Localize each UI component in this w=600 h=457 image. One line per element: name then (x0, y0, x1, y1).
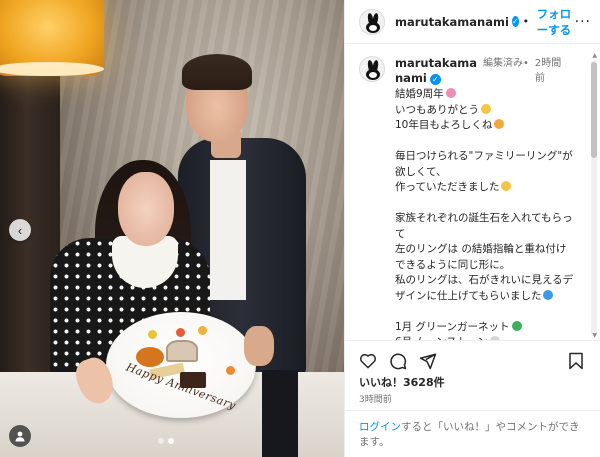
man-hair (182, 54, 252, 90)
caption-line: 結婚9周年 (395, 87, 581, 103)
caption-header: marutakamanami ✓ 編集済み • 2時間前 (359, 56, 581, 86)
meta-separator: • (523, 58, 529, 69)
like-count[interactable]: いいね！3628件 (359, 374, 445, 390)
caption-line: 10年目もよろしくね (395, 118, 581, 134)
caption-line: 作っていただきました (395, 180, 581, 196)
avatar-face (366, 69, 380, 80)
flower-decoration (148, 330, 157, 339)
user-icon (15, 431, 25, 442)
verified-icon: ✓ (511, 16, 519, 27)
more-options-icon[interactable]: ··· (575, 14, 591, 30)
edited-label: 編集済み (483, 58, 523, 69)
post-header: marutakamanami ✓ • フォローする ··· (345, 0, 600, 44)
follow-button[interactable]: フォローする (533, 6, 575, 38)
man-leg (262, 370, 298, 457)
flower-decoration (226, 366, 235, 375)
emoji-icon (501, 181, 512, 191)
scroll-up-arrow-icon[interactable]: ▲ (592, 52, 597, 59)
emoji-icon (494, 119, 505, 129)
comment-button[interactable] (387, 350, 409, 372)
caption-line: ザインに仕上げてもらいました (395, 289, 581, 305)
caption-username-block: marutakamanami ✓ (395, 56, 479, 86)
login-prompt: ログインすると「いいね！」やコメントができます。 (345, 410, 600, 457)
verified-icon: ✓ (429, 74, 441, 85)
caption-line: 毎日つけられる"ファミリーリング"が (395, 150, 573, 162)
carousel-dot-active (168, 438, 174, 444)
man-hand (244, 326, 274, 366)
caption-line: 1月 グリーンガーネット (395, 320, 581, 336)
comment-icon (390, 353, 407, 369)
caption-line (395, 134, 581, 150)
caption-line: 家族それぞれの誕生石を入れてもらって (395, 212, 573, 240)
carousel-dot (158, 438, 164, 444)
post-photo[interactable]: Happy Anniversary ‹ (0, 0, 344, 457)
carousel-prev-button[interactable]: ‹ (9, 219, 31, 241)
caption-text: 結婚9周年 いつもありがとう 10年目もよろしくね 毎日つけられる"ファミリーリング… (395, 87, 581, 340)
header-username[interactable]: marutakamanami (395, 15, 509, 29)
caption-time[interactable]: 2時間前 (535, 56, 571, 86)
like-button[interactable] (357, 350, 379, 372)
share-button[interactable] (417, 350, 439, 372)
flower-decoration (198, 326, 207, 335)
bookmark-icon (569, 352, 583, 369)
caption-line: できるように同じ形に。 (395, 258, 511, 271)
caption-meta: 編集済み • 2時間前 (483, 56, 571, 86)
flower-decoration (176, 328, 185, 337)
carousel-indicator (158, 438, 174, 444)
man-shirt (210, 160, 246, 300)
login-link[interactable]: ログイン (359, 421, 401, 433)
caption-line: 私のリングは、石がきれいに見えるデ (395, 274, 574, 286)
caption-line: いつもありがとう (395, 103, 581, 119)
emoji-icon (511, 320, 522, 331)
post-side-panel: marutakamanami ✓ • フォローする ··· marutakama… (344, 0, 600, 457)
header-separator: • (522, 15, 530, 28)
caption-line: 左のリングは の結婚指輪と重ね付け (395, 243, 567, 255)
save-button[interactable] (565, 350, 587, 372)
chevron-left-icon: ‹ (17, 222, 23, 238)
heart-icon (359, 353, 377, 369)
caption-line (395, 304, 581, 320)
caption-line: 欲しくて、 (395, 165, 447, 178)
post-timestamp[interactable]: 3時間前 (359, 392, 392, 405)
caption-area[interactable]: marutakamanami ✓ 編集済み • 2時間前 結婚9周年 いつもありがと… (345, 44, 600, 340)
woman-face (118, 172, 174, 246)
avatar-face (366, 21, 380, 33)
emoji-icon (481, 103, 491, 114)
avatar[interactable] (359, 56, 385, 82)
emoji-icon (543, 289, 554, 300)
avatar[interactable] (359, 8, 385, 35)
dessert-cup (166, 340, 198, 362)
caption-line (395, 196, 581, 212)
tagged-users-button[interactable] (9, 425, 31, 447)
share-icon (419, 353, 437, 369)
scroll-down-arrow-icon[interactable]: ▼ (592, 332, 597, 339)
caption-scrollbar-thumb[interactable] (591, 62, 597, 158)
emoji-icon (445, 88, 456, 98)
